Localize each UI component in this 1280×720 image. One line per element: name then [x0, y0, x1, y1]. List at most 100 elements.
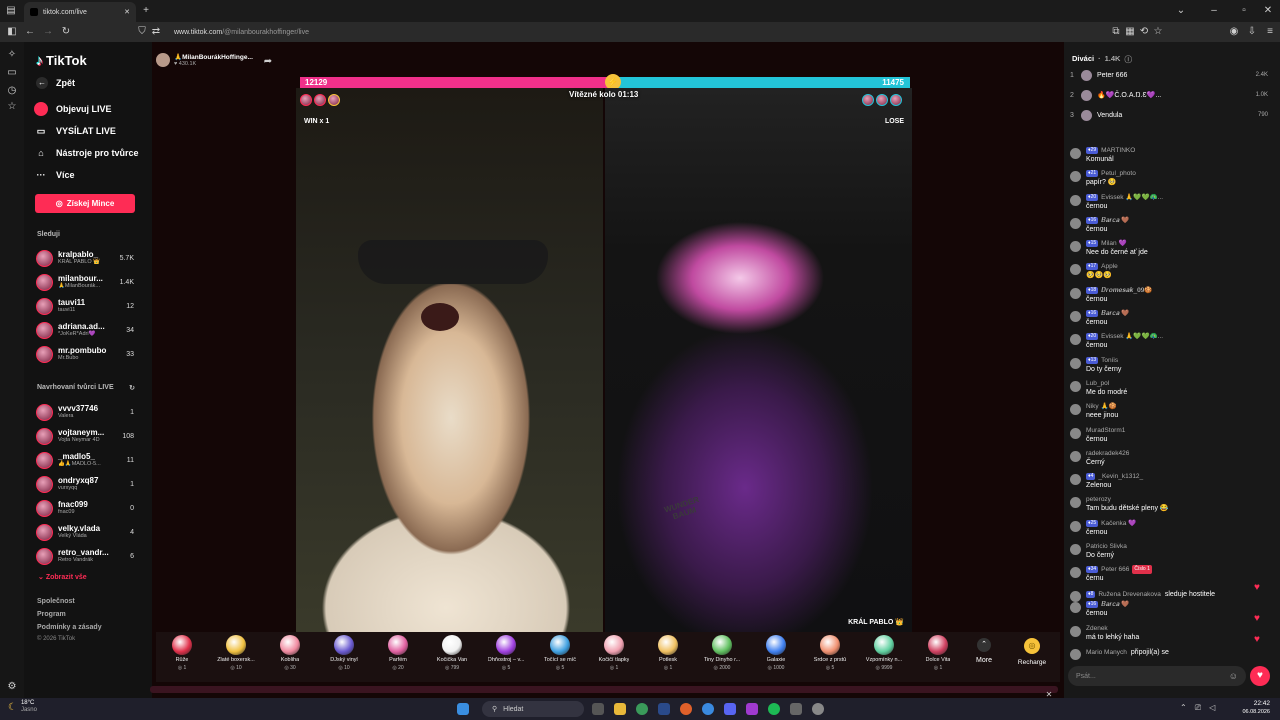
- footer-program[interactable]: Program: [37, 611, 66, 618]
- chrome-icon[interactable]: [636, 703, 648, 715]
- forward-arrow-icon[interactable]: →: [42, 25, 54, 39]
- chat-message[interactable]: Niky 🙏🍪 neee jinou: [1070, 402, 1270, 425]
- gift-item[interactable]: Srdce z prstů ◎ 5: [803, 635, 857, 683]
- chat-message[interactable]: Mario Manych připojil(a) se: [1070, 647, 1270, 660]
- minimize-icon[interactable]: –: [1208, 4, 1220, 18]
- settings-gear-icon[interactable]: ⚙: [6, 680, 18, 694]
- account-icon[interactable]: ◉: [1228, 25, 1240, 39]
- shield-icon[interactable]: ⛉: [136, 25, 148, 39]
- gift-item[interactable]: Parfém ◎ 20: [371, 635, 425, 683]
- chat-message[interactable]: ♦21 Petul_photo papír? 🥺: [1070, 169, 1270, 192]
- browser-tab[interactable]: tiktok.com/live ✕: [24, 2, 136, 22]
- like-heart-button[interactable]: ♥: [1250, 666, 1270, 686]
- gift-item[interactable]: Vzpomínky n... ◎ 9999: [857, 635, 911, 683]
- spotify-icon[interactable]: [768, 703, 780, 715]
- menu-icon[interactable]: ≡: [1264, 25, 1276, 39]
- chat-message[interactable]: ♦16 𝑩𝒂𝒓𝒄𝒂 🤎 černou: [1070, 309, 1270, 332]
- refresh-icon[interactable]: ↻: [129, 384, 135, 392]
- maximize-icon[interactable]: ▫: [1238, 4, 1250, 18]
- user-row[interactable]: mr.pombubo Mr.Bubo 33: [36, 342, 134, 366]
- gift-item[interactable]: Kočičí tlapky ◎ 1: [587, 635, 641, 683]
- chat-message[interactable]: Patricio Slivka Do černý: [1070, 542, 1270, 565]
- system-tray[interactable]: ⌃ ⎚ ◁: [1180, 703, 1215, 713]
- user-row[interactable]: vojtaneym... Vojta Neymar 4D 108: [36, 424, 134, 448]
- tabs-icon[interactable]: ▭: [6, 66, 18, 80]
- app-icon[interactable]: [812, 703, 824, 715]
- gift-item[interactable]: Zlaté boxersk... ◎ 10: [209, 635, 263, 683]
- bookmarks-icon[interactable]: ☆: [6, 100, 18, 114]
- tab-list-icon[interactable]: ⌄: [1174, 4, 1188, 18]
- history-icon[interactable]: ◷: [6, 84, 18, 98]
- reload-icon[interactable]: ↻: [60, 25, 72, 39]
- discord-icon[interactable]: [724, 703, 736, 715]
- user-row[interactable]: retro_vandr... Retro Vandrák 6: [36, 544, 134, 568]
- user-row[interactable]: ondryxq87 vurxyqq 1: [36, 472, 134, 496]
- show-all-link[interactable]: ⌄ Zobrazit vše: [38, 573, 87, 581]
- gifter-avatar[interactable]: [314, 94, 326, 106]
- browser-icon[interactable]: [702, 703, 714, 715]
- chat-message[interactable]: ♦13 Toníis Do ty černy: [1070, 356, 1270, 379]
- viewers-header[interactable]: Diváci · 1.4K ⓘ: [1072, 54, 1132, 65]
- back-link[interactable]: ← Zpět: [36, 72, 75, 94]
- footer-terms[interactable]: Podmínky a zásady: [37, 624, 102, 631]
- chat-message[interactable]: ♦18 𝑫𝒓𝒐𝒎𝒆𝒔𝒂𝒌_𝟎𝟗🍪 černou: [1070, 286, 1270, 309]
- file-explorer-icon[interactable]: [614, 703, 626, 715]
- user-row[interactable]: kralpablo_ KRÁL PABLO 👑 5.7K: [36, 246, 134, 270]
- permissions-icon[interactable]: ⇄: [150, 25, 162, 39]
- chat-message[interactable]: ♦8 Ružena Drevenakova sleduje hostitele: [1070, 589, 1270, 602]
- user-row[interactable]: adriana.ad... *JoKeR*Adri💜 34: [36, 318, 134, 342]
- emoji-icon[interactable]: ☺: [1229, 671, 1238, 681]
- chat-message[interactable]: ♦4 _Kevin_k1312_ Zelenou: [1070, 472, 1270, 495]
- user-row[interactable]: vvvv37746 Valera 1: [36, 400, 134, 424]
- gifter-avatar[interactable]: [300, 94, 312, 106]
- reader-icon[interactable]: ▦: [1124, 25, 1136, 39]
- chat-message[interactable]: ♦16 𝑩𝒂𝒓𝒄𝒂 🤎 černou: [1070, 216, 1270, 239]
- host-info[interactable]: 🙏MilanBourákHoffinge... ♥ 430.1K: [156, 53, 253, 67]
- chat-input[interactable]: Psát... ☺: [1068, 666, 1246, 686]
- gift-item[interactable]: Růže ◎ 1: [155, 635, 209, 683]
- share-icon[interactable]: ➦: [262, 55, 274, 69]
- chat-message[interactable]: ♦16 𝑩𝒂𝒓𝒄𝒂 🤎 černou: [1070, 600, 1270, 623]
- back-arrow-icon[interactable]: ←: [24, 25, 36, 39]
- chat-message[interactable]: radekradek426 Černý: [1070, 449, 1270, 472]
- network-icon[interactable]: ⎚: [1195, 703, 1201, 713]
- more-gifts-button[interactable]: ⌃ More: [970, 638, 998, 664]
- gift-item[interactable]: Dolce Vita ◎ 1: [911, 635, 965, 683]
- gifter-avatar[interactable]: [890, 94, 902, 106]
- chat-message[interactable]: Lub_pol Me do modré: [1070, 379, 1270, 402]
- nav-item-go-live[interactable]: ▭ VYSÍLAT LIVE: [34, 120, 146, 142]
- info-icon[interactable]: ⓘ: [1124, 54, 1132, 65]
- tiktok-logo[interactable]: ♪ TikTok: [36, 52, 87, 68]
- gift-item[interactable]: Kočička Van ◎ 799: [425, 635, 479, 683]
- gift-item[interactable]: DJský vinyl ◎ 10: [317, 635, 371, 683]
- app-icon[interactable]: [790, 703, 802, 715]
- volume-icon[interactable]: ◁: [1209, 703, 1215, 713]
- chat-message[interactable]: ♦20 Evissek 🙏💚💚🦚... černou: [1070, 193, 1270, 216]
- taskbar-search[interactable]: ⚲ Hledat: [482, 701, 584, 717]
- window-close-icon[interactable]: ✕: [1262, 4, 1274, 18]
- get-coins-button[interactable]: ◎ Získej Mince: [35, 194, 135, 213]
- chat-message[interactable]: ♦34 Peter 666 Číslo 1 černu: [1070, 565, 1270, 588]
- new-tab-icon[interactable]: +: [140, 4, 152, 18]
- chat-message[interactable]: Zdenek má to lehký haha: [1070, 624, 1270, 647]
- chat-message[interactable]: MuradStorm1 černou: [1070, 426, 1270, 449]
- user-row[interactable]: milanbour... 🙏MilanBourák... 1.4K: [36, 270, 134, 294]
- tray-chevron-icon[interactable]: ⌃: [1180, 703, 1187, 713]
- nav-item-discover-live[interactable]: Objevuj LIVE: [34, 98, 146, 120]
- gift-item[interactable]: Galaxie ◎ 1000: [749, 635, 803, 683]
- steam-icon[interactable]: [658, 703, 670, 715]
- translate-icon[interactable]: ⟲: [1138, 25, 1150, 39]
- top-viewer-row[interactable]: 2 🔥💜Č.O.A.Ŋ.Ɛ💜... 1.0K: [1070, 85, 1268, 105]
- nav-item-creator-tools[interactable]: ⌂ Nástroje pro tvůrce: [34, 142, 146, 164]
- chat-message[interactable]: ♦25 Kačenka 💜 černou: [1070, 519, 1270, 542]
- chat-message[interactable]: ♦15 Milan 💜 Nee do černé ať jde: [1070, 239, 1270, 262]
- windows-start-icon[interactable]: [457, 703, 469, 715]
- sidebar-toggle-icon[interactable]: ▤: [4, 4, 18, 18]
- chat-message[interactable]: ♦17 Apple 🥺🥺🥺: [1070, 262, 1270, 285]
- bookmark-star-icon[interactable]: ☆: [1152, 25, 1164, 39]
- gifter-avatar[interactable]: [862, 94, 874, 106]
- gift-item[interactable]: Ohňostroj – v... ◎ 5: [479, 635, 533, 683]
- task-view-icon[interactable]: [592, 703, 604, 715]
- top-viewer-row[interactable]: 1 Peter 666 2.4K: [1070, 65, 1268, 85]
- recharge-button[interactable]: ◎ Recharge: [1012, 638, 1052, 666]
